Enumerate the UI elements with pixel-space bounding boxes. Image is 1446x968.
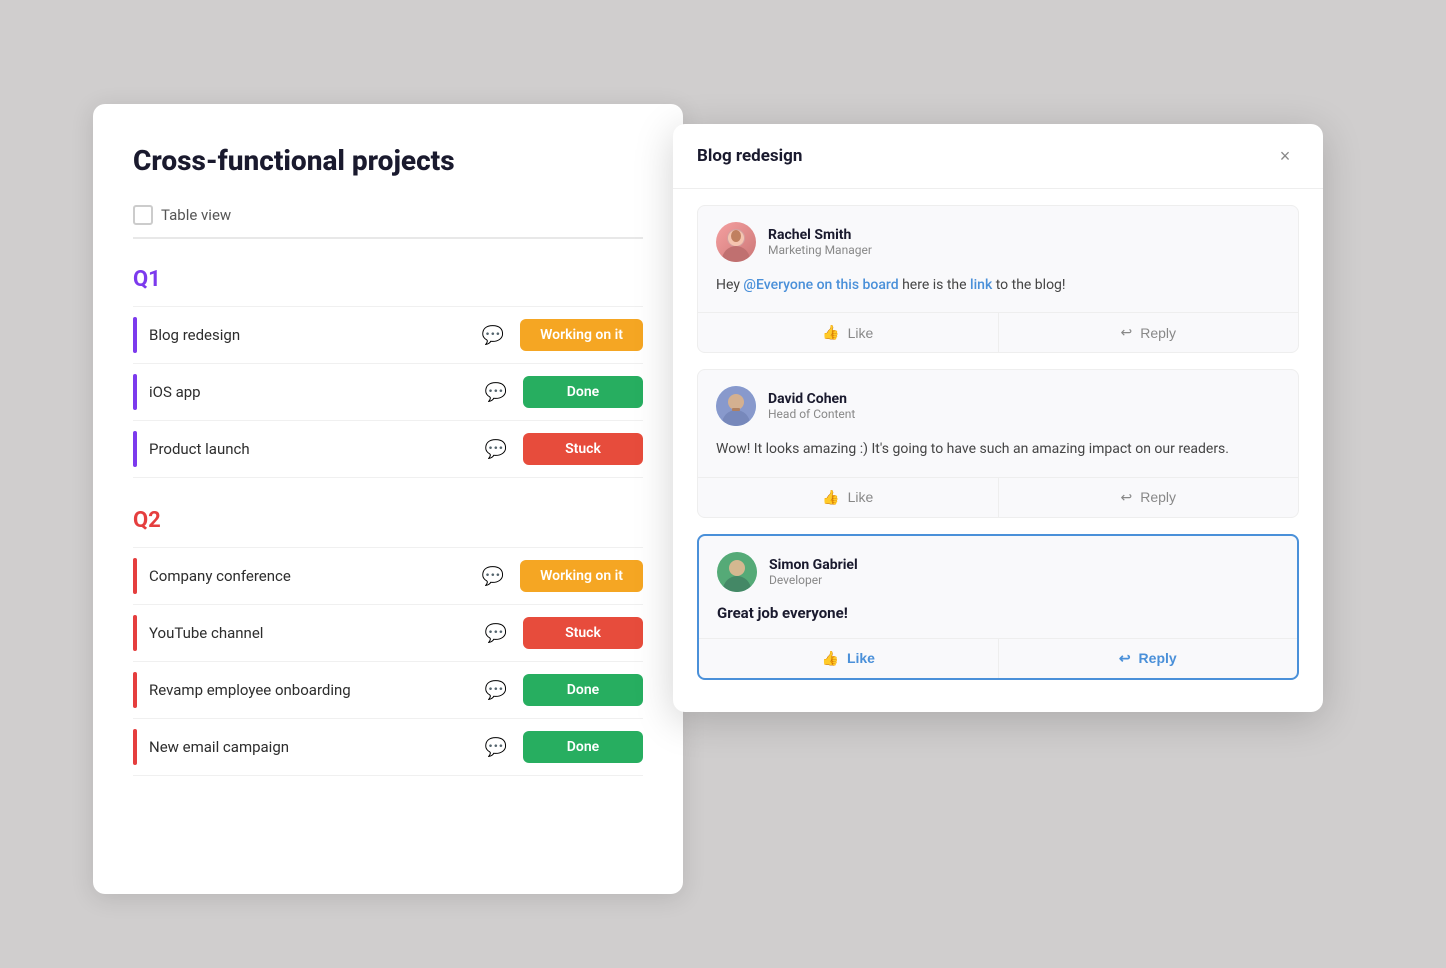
commenter-info: Rachel Smith Marketing Manager <box>716 222 1280 262</box>
status-badge-done[interactable]: Done <box>523 731 643 763</box>
q1-project-list: Blog redesign 💬 Working on it iOS app 💬 … <box>133 306 643 478</box>
page-title: Cross-functional projects <box>133 144 643 177</box>
left-bar-red <box>133 615 137 651</box>
commenter-name: Simon Gabriel <box>769 557 858 573</box>
project-row: Product launch 💬 Stuck <box>133 421 643 478</box>
left-panel: Cross-functional projects Table view Q1 … <box>93 104 683 894</box>
comment-body: Rachel Smith Marketing Manager Hey @Ever… <box>698 206 1298 312</box>
close-button[interactable]: × <box>1271 142 1299 170</box>
mention: @Everyone on this board <box>743 277 898 293</box>
reply-label: Reply <box>1139 650 1177 666</box>
q1-label: Q1 <box>133 267 643 292</box>
q2-label: Q2 <box>133 508 643 533</box>
project-name: iOS app <box>145 383 477 401</box>
like-label: Like <box>848 325 874 341</box>
project-row: YouTube channel 💬 Stuck <box>133 605 643 662</box>
reply-label: Reply <box>1140 325 1176 341</box>
like-icon: 👍 <box>822 650 839 667</box>
commenter-name: David Cohen <box>768 391 855 407</box>
modal-header: Blog redesign × <box>673 124 1323 189</box>
status-badge-done[interactable]: Done <box>523 376 643 408</box>
status-badge-working[interactable]: Working on it <box>520 560 643 592</box>
project-name: New email campaign <box>145 738 477 756</box>
project-row: New email campaign 💬 Done <box>133 719 643 776</box>
project-row: Blog redesign 💬 Working on it <box>133 306 643 364</box>
link-text[interactable]: link <box>970 277 992 293</box>
project-row: Company conference 💬 Working on it <box>133 547 643 605</box>
q2-project-list: Company conference 💬 Working on it YouTu… <box>133 547 643 776</box>
like-label: Like <box>848 489 874 505</box>
reply-button[interactable]: ↩ Reply <box>998 639 1298 678</box>
status-badge-done[interactable]: Done <box>523 674 643 706</box>
like-icon: 👍 <box>822 324 839 341</box>
project-name: Company conference <box>145 567 474 585</box>
project-row: iOS app 💬 Done <box>133 364 643 421</box>
reply-icon: ↩ <box>1120 489 1132 506</box>
left-bar-red <box>133 729 137 765</box>
like-button[interactable]: 👍 Like <box>698 478 998 517</box>
comment-card-simon: Simon Gabriel Developer Great job everyo… <box>697 534 1299 680</box>
like-icon: 👍 <box>822 489 839 506</box>
reply-icon: ↩ <box>1119 650 1131 667</box>
comment-icon[interactable]: 💬 <box>482 566 504 587</box>
comment-actions: 👍 Like ↩ Reply <box>698 312 1298 352</box>
comment-actions: 👍 Like ↩ Reply <box>698 477 1298 517</box>
left-bar-purple <box>133 317 137 353</box>
comments-container: Rachel Smith Marketing Manager Hey @Ever… <box>673 189 1323 712</box>
commenter-role: Marketing Manager <box>768 243 872 257</box>
comment-actions: 👍 Like ↩ Reply <box>699 638 1297 678</box>
comment-body: Simon Gabriel Developer Great job everyo… <box>699 536 1297 638</box>
like-label: Like <box>847 650 875 666</box>
commenter-details: Simon Gabriel Developer <box>769 557 858 587</box>
status-badge-stuck[interactable]: Stuck <box>523 433 643 465</box>
commenter-name: Rachel Smith <box>768 227 872 243</box>
like-button[interactable]: 👍 Like <box>698 313 998 352</box>
table-view-row: Table view <box>133 205 643 239</box>
commenter-info: Simon Gabriel Developer <box>717 552 1279 592</box>
comment-icon[interactable]: 💬 <box>485 382 507 403</box>
comment-icon[interactable]: 💬 <box>485 623 507 644</box>
status-badge-stuck[interactable]: Stuck <box>523 617 643 649</box>
comment-card-david: David Cohen Head of Content Wow! It look… <box>697 369 1299 517</box>
comment-body: David Cohen Head of Content Wow! It look… <box>698 370 1298 476</box>
comment-icon[interactable]: 💬 <box>485 680 507 701</box>
commenter-info: David Cohen Head of Content <box>716 386 1280 426</box>
project-name: YouTube channel <box>145 624 477 642</box>
avatar-rachel <box>716 222 756 262</box>
left-bar-purple <box>133 374 137 410</box>
comment-card-rachel: Rachel Smith Marketing Manager Hey @Ever… <box>697 205 1299 353</box>
commenter-role: Developer <box>769 573 858 587</box>
project-row: Revamp employee onboarding 💬 Done <box>133 662 643 719</box>
table-view-checkbox[interactable] <box>133 205 153 225</box>
left-bar-red <box>133 558 137 594</box>
reply-icon: ↩ <box>1120 324 1132 341</box>
project-name: Product launch <box>145 440 477 458</box>
project-name: Revamp employee onboarding <box>145 681 477 699</box>
modal-panel: Blog redesign × <box>673 124 1323 712</box>
avatar-simon <box>717 552 757 592</box>
status-badge-working[interactable]: Working on it <box>520 319 643 351</box>
left-bar-red <box>133 672 137 708</box>
comment-icon[interactable]: 💬 <box>485 439 507 460</box>
left-bar-purple <box>133 431 137 467</box>
comment-text: Great job everyone! <box>717 604 1279 622</box>
commenter-role: Head of Content <box>768 407 855 421</box>
avatar-david <box>716 386 756 426</box>
reply-button[interactable]: ↩ Reply <box>998 313 1299 352</box>
table-view-label: Table view <box>161 206 231 224</box>
comment-text: Hey @Everyone on this board here is the … <box>716 274 1280 296</box>
modal-title: Blog redesign <box>697 146 802 166</box>
comment-text: Wow! It looks amazing :) It's going to h… <box>716 438 1280 460</box>
project-name: Blog redesign <box>145 326 474 344</box>
reply-label: Reply <box>1140 489 1176 505</box>
commenter-details: Rachel Smith Marketing Manager <box>768 227 872 257</box>
reply-button[interactable]: ↩ Reply <box>998 478 1299 517</box>
comment-icon[interactable]: 💬 <box>482 325 504 346</box>
commenter-details: David Cohen Head of Content <box>768 391 855 421</box>
like-button[interactable]: 👍 Like <box>699 639 998 678</box>
comment-icon[interactable]: 💬 <box>485 737 507 758</box>
